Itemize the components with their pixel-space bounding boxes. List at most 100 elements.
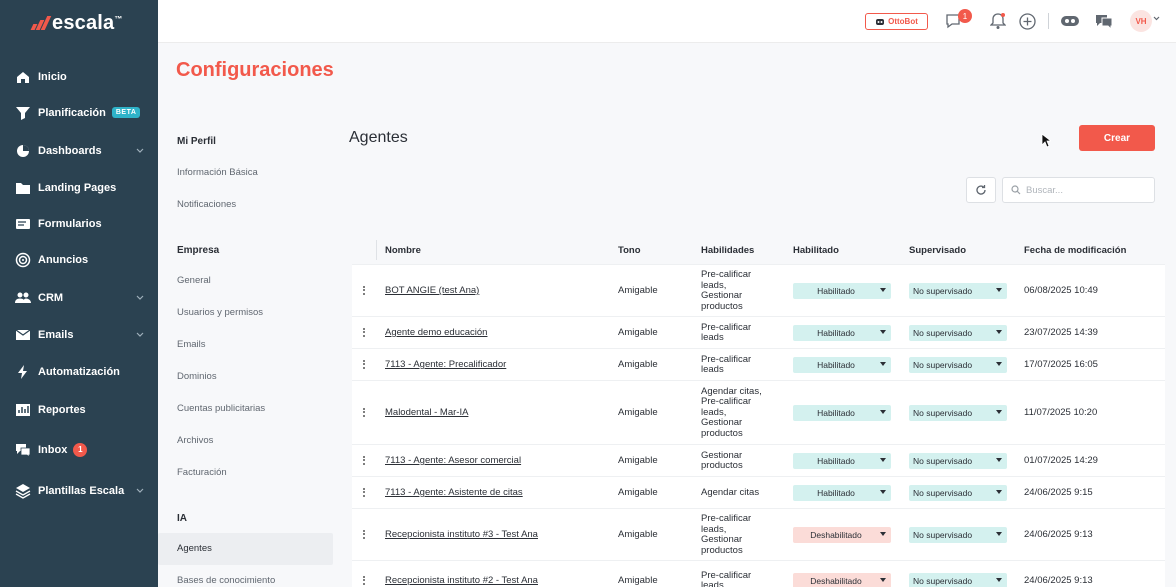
skill-line: Gestionar	[701, 290, 743, 301]
skill-line: Agendar citas	[701, 486, 760, 498]
supervised-select[interactable]: No supervisado	[909, 357, 1007, 373]
supervised-select[interactable]: No supervisado	[909, 325, 1007, 341]
sidebar-item-planificacion[interactable]: Planificación BETA	[0, 94, 158, 131]
row-actions-menu[interactable]	[363, 454, 366, 466]
supervised-select[interactable]: No supervisado	[909, 527, 1007, 543]
row-actions-menu[interactable]	[363, 486, 366, 498]
user-avatar[interactable]: VH	[1130, 10, 1152, 32]
column-header-fecha[interactable]: Fecha de modificación	[1024, 245, 1126, 256]
add-button[interactable]	[1017, 11, 1037, 31]
table-row[interactable]: 7113 - Agente: Asistente de citas Amigabl…	[352, 476, 1165, 508]
chevron-down-icon[interactable]	[1153, 16, 1160, 21]
kebab-dot	[363, 334, 365, 337]
enabled-select[interactable]: Habilitado	[793, 325, 891, 341]
chevron-down-icon[interactable]	[135, 329, 145, 339]
support-button[interactable]	[1094, 11, 1114, 31]
supervised-value: No supervisado	[913, 530, 973, 540]
refresh-icon	[976, 185, 986, 195]
column-header-habilidades[interactable]: Habilidades	[701, 245, 754, 256]
agent-name-link[interactable]: 7113 - Agente: Asistente de citas	[385, 487, 523, 498]
ottobot-button[interactable]: OttoBot	[865, 13, 928, 30]
row-actions-menu[interactable]	[363, 326, 366, 338]
sidebar-item-anuncios[interactable]: Anuncios	[0, 241, 158, 278]
enabled-select[interactable]: Deshabilitado	[793, 573, 891, 587]
settings-item-dominios[interactable]: Dominios	[177, 371, 217, 382]
row-actions-menu[interactable]	[363, 574, 366, 586]
row-actions-menu[interactable]	[363, 528, 366, 540]
mail-icon	[14, 326, 32, 344]
skill-line: Pre-calificar	[701, 269, 752, 280]
row-actions-menu[interactable]	[363, 406, 366, 418]
table-row[interactable]: Recepcionista instituto #2 - Test Ana Ami…	[352, 560, 1165, 587]
enabled-select[interactable]: Habilitado	[793, 283, 891, 299]
table-row[interactable]: 7113 - Agente: Precalificador Amigable Pre…	[352, 348, 1165, 380]
create-agent-button[interactable]: Crear	[1079, 125, 1155, 151]
kebab-dot	[363, 407, 365, 410]
sidebar-item-inicio[interactable]: Inicio	[0, 58, 158, 95]
enabled-select[interactable]: Habilitado	[793, 405, 891, 421]
sidebar-item-crm[interactable]: CRM	[0, 279, 158, 316]
sidebar-item-emails[interactable]: Emails	[0, 316, 158, 353]
target-icon	[14, 251, 32, 269]
sidebar-item-dashboards[interactable]: Dashboards	[0, 132, 158, 169]
table-row[interactable]: Recepcionista instituto #3 - Test Ana Ami…	[352, 508, 1165, 560]
sidebar-item-reportes[interactable]: Reportes	[0, 391, 158, 428]
enabled-select[interactable]: Habilitado	[793, 453, 891, 469]
column-header-supervisado[interactable]: Supervisado	[909, 245, 966, 256]
refresh-button[interactable]	[966, 177, 996, 203]
supervised-select[interactable]: No supervisado	[909, 405, 1007, 421]
supervised-select[interactable]: No supervisado	[909, 573, 1007, 587]
agent-skills: Pre-calificar leads, Gestionar productos	[701, 513, 773, 556]
enabled-select[interactable]: Deshabilitado	[793, 527, 891, 543]
supervised-select[interactable]: No supervisado	[909, 485, 1007, 501]
table-row[interactable]: Malodental - Mar-IA Amigable Agendar citas…	[352, 380, 1165, 444]
settings-item-agentes[interactable]: Agentes	[177, 543, 212, 554]
settings-item-emails[interactable]: Emails	[177, 339, 206, 350]
agent-name-link[interactable]: Agente demo educación	[385, 327, 487, 338]
agent-skills: Pre-calificar leads,	[701, 570, 773, 587]
settings-item-facturacion[interactable]: Facturación	[177, 467, 227, 478]
agent-name-link[interactable]: Malodental - Mar-IA	[385, 407, 468, 418]
skill-line: leads,	[701, 580, 727, 587]
brand-logo[interactable]: escala™	[30, 12, 123, 34]
column-header-habilitado[interactable]: Habilitado	[793, 245, 839, 256]
supervised-select[interactable]: No supervisado	[909, 453, 1007, 469]
sidebar-item-landing-pages[interactable]: Landing Pages	[0, 169, 158, 206]
table-row[interactable]: Agente demo educación Amigable Pre-calific…	[352, 316, 1165, 348]
sidebar-item-inbox[interactable]: Inbox 1	[0, 431, 158, 468]
enabled-select[interactable]: Habilitado	[793, 485, 891, 501]
enabled-select[interactable]: Habilitado	[793, 357, 891, 373]
beta-badge: BETA	[111, 107, 141, 118]
settings-item-cuentas-publicitarias[interactable]: Cuentas publicitarias	[177, 403, 265, 414]
row-actions-menu[interactable]	[363, 358, 366, 370]
settings-item-general[interactable]: General	[177, 275, 211, 286]
settings-item-notificaciones[interactable]: Notificaciones	[177, 199, 236, 210]
sidebar-item-automatizacion[interactable]: Automatización	[0, 353, 158, 390]
chevron-down-icon[interactable]	[135, 292, 145, 302]
agent-name-link[interactable]: BOT ANGIE (test Ana)	[385, 285, 479, 296]
chevron-down-icon[interactable]	[135, 145, 145, 155]
chevron-down-icon[interactable]	[135, 485, 145, 495]
notifications-button[interactable]	[988, 11, 1008, 31]
agent-tone: Amigable	[618, 285, 658, 296]
agent-name-link[interactable]: Recepcionista instituto #3 - Test Ana	[385, 529, 538, 540]
supervised-value: No supervisado	[913, 576, 973, 586]
sidebar-item-plantillas-escala[interactable]: Plantillas Escala	[0, 472, 158, 509]
settings-item-archivos[interactable]: Archivos	[177, 435, 213, 446]
search-input[interactable]	[1026, 184, 1146, 196]
column-header-tono[interactable]: Tono	[618, 245, 641, 256]
settings-item-bases-conocimiento[interactable]: Bases de conocimiento	[177, 575, 275, 586]
sidebar-item-formularios[interactable]: Formularios	[0, 205, 158, 242]
row-actions-menu[interactable]	[363, 284, 366, 296]
column-header-nombre[interactable]: Nombre	[385, 245, 421, 256]
agent-name-link[interactable]: 7113 - Agente: Asesor comercial	[385, 455, 521, 466]
table-row[interactable]: BOT ANGIE (test Ana) Amigable Pre-califica…	[352, 264, 1165, 316]
agent-name-link[interactable]: Recepcionista instituto #2 - Test Ana	[385, 575, 538, 586]
modified-date: 17/07/2025 16:05	[1024, 359, 1098, 370]
bot-button[interactable]	[1060, 11, 1080, 31]
settings-item-informacion-basica[interactable]: Información Básica	[177, 167, 258, 178]
settings-item-usuarios-permisos[interactable]: Usuarios y permisos	[177, 307, 263, 318]
agent-name-link[interactable]: 7113 - Agente: Precalificador	[385, 359, 506, 370]
table-row[interactable]: 7113 - Agente: Asesor comercial Amigable G…	[352, 444, 1165, 476]
supervised-select[interactable]: No supervisado	[909, 283, 1007, 299]
